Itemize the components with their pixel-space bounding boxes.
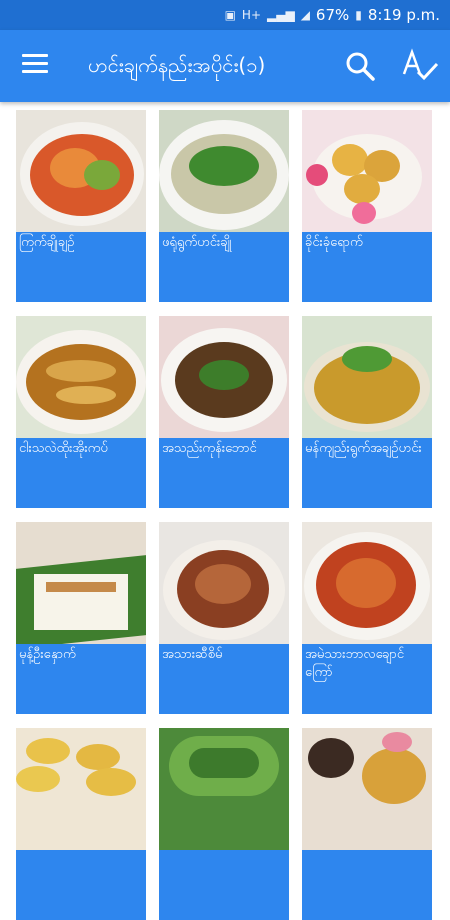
recipe-card[interactable]: အသည်းကုန်းဘောင် [159,316,289,508]
recipe-image [159,316,289,438]
recipe-title: ကြက်ချိုချဉ် [19,235,75,250]
recipe-image [16,522,146,644]
recipe-image [302,110,432,232]
recipe-card[interactable]: မန်ကျည်းရွက်အချဉ်ဟင်း [302,316,432,508]
recipe-title: မုန့်ဦးနှောက် [19,647,76,662]
recipe-title: အသားဆီစိမ် [162,647,223,662]
recipe-card[interactable] [302,728,432,920]
search-icon [346,52,375,81]
recipe-title: ခိုင်းခုံရောက် [305,235,363,250]
page-title: ဟင်းချက်နည်းအပိုင်း(၁) [88,53,266,77]
recipe-image [159,522,289,644]
clock: 8:19 p.m. [367,6,440,24]
recipe-title: အသည်းကုန်းဘောင် [162,441,257,456]
recipe-image [302,728,432,850]
signal-icon: ▂▄▆ [267,8,295,22]
battery-level: 67% [315,6,350,24]
recipe-image [16,110,146,232]
recipe-image [302,316,432,438]
recipe-card[interactable]: မုန့်ဦးနှောက် [16,522,146,714]
recipe-title: ငါးသလဲထိုးအိုးကပ် [19,441,108,456]
recipe-card[interactable]: အမဲသားဘာလချောင်ကြော် [302,522,432,714]
recipe-card[interactable]: ငါးသလဲထိုးအိုးကပ် [16,316,146,508]
recipe-card[interactable]: အသားဆီစိမ် [159,522,289,714]
sim-icon: ▣ [224,8,236,22]
recipe-card[interactable] [16,728,146,920]
recipe-card[interactable]: ကြက်ချိုချဉ် [16,110,146,302]
app-bar: ဟင်းချက်နည်းအပိုင်း(၁) [0,30,450,102]
recipe-image [16,728,146,850]
recipe-card[interactable]: ဖရုံရွက်ဟင်းချို [159,110,289,302]
recipe-image [302,522,432,644]
recipe-title: အမဲသားဘာလချောင်ကြော် [305,647,405,680]
recipe-card[interactable]: ခိုင်းခုံရောက် [302,110,432,302]
signal-icon-2: ◢ [300,8,310,22]
hamburger-menu-icon [22,54,48,57]
recipe-image [159,110,289,232]
menu-button[interactable] [22,54,48,76]
recipe-title: မန်ကျည်းရွက်အချဉ်ဟင်း [305,441,422,456]
status-bar: ▣ H+ ▂▄▆ ◢ 67% ▮ 8:19 p.m. [0,0,450,30]
recipe-card[interactable] [159,728,289,920]
battery-icon: ▮ [355,8,362,22]
font-button[interactable] [400,48,440,84]
recipe-title: ဖရုံရွက်ဟင်းချို [162,235,232,250]
recipe-image [16,316,146,438]
recipe-image [159,728,289,850]
spellcheck-az-icon [402,48,439,81]
search-button[interactable] [344,50,376,82]
network-type: H+ [241,8,261,22]
